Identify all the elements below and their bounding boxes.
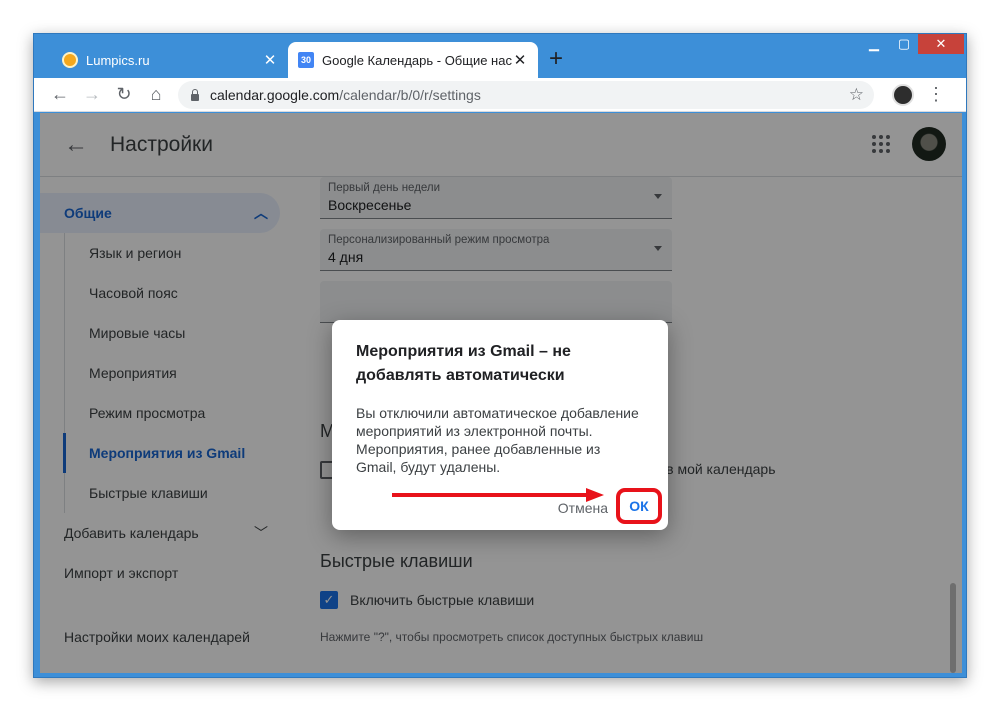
tab-google-calendar[interactable]: 30 Google Календарь - Общие нас ✕ — [288, 42, 538, 78]
confirm-dialog: Мероприятия из Gmail – не добавлять авто… — [332, 320, 668, 530]
window-close-button[interactable]: ✕ — [918, 34, 964, 54]
dialog-title: Мероприятия из Gmail – не добавлять авто… — [356, 343, 571, 384]
close-icon[interactable]: ✕ — [512, 51, 528, 69]
tab-strip: Lumpics.ru ✕ 30 Google Календарь - Общие… — [34, 34, 966, 78]
maximize-icon[interactable]: ▢ — [890, 34, 918, 54]
red-arrow-icon — [392, 488, 604, 502]
cancel-button[interactable]: Отмена — [558, 500, 608, 516]
calendar-icon: 30 — [298, 52, 314, 68]
home-icon[interactable]: ⌂ — [140, 84, 172, 105]
tab-title: Google Календарь - Общие нас — [322, 52, 512, 68]
dialog-body: Вы отключили автоматическое добавление м… — [356, 405, 639, 475]
bookmark-star-icon[interactable]: ☆ — [849, 85, 864, 105]
tab-title: Lumpics.ru — [86, 52, 150, 68]
menu-kebab-icon[interactable]: ⋮ — [922, 84, 950, 105]
profile-avatar-icon[interactable] — [892, 83, 914, 106]
lumpics-orange-icon — [62, 52, 78, 68]
forward-arrow-icon[interactable]: → — [76, 84, 108, 105]
ok-button[interactable]: ОК — [616, 488, 662, 524]
new-tab-button[interactable]: + — [542, 46, 570, 74]
url-path: /calendar/b/0/r/settings — [339, 86, 481, 103]
back-arrow-icon[interactable]: ← — [44, 84, 76, 105]
browser-toolbar: ← → ↻ ⌂ calendar.google.com/calendar/b/0… — [34, 78, 966, 112]
tab-lumpics[interactable]: Lumpics.ru ✕ — [52, 42, 288, 78]
settings-page: ← Настройки Общие ︿ Язык и регион Часово… — [40, 113, 962, 673]
reload-icon[interactable]: ↻ — [108, 84, 140, 105]
lock-icon — [190, 88, 200, 101]
minimize-icon[interactable]: ▁ — [860, 34, 888, 54]
close-icon[interactable]: ✕ — [262, 51, 278, 69]
url-host: calendar.google.com — [210, 86, 340, 103]
browser-window: Lumpics.ru ✕ 30 Google Календарь - Общие… — [33, 33, 967, 678]
address-bar[interactable]: calendar.google.com/calendar/b/0/r/setti… — [178, 80, 874, 109]
